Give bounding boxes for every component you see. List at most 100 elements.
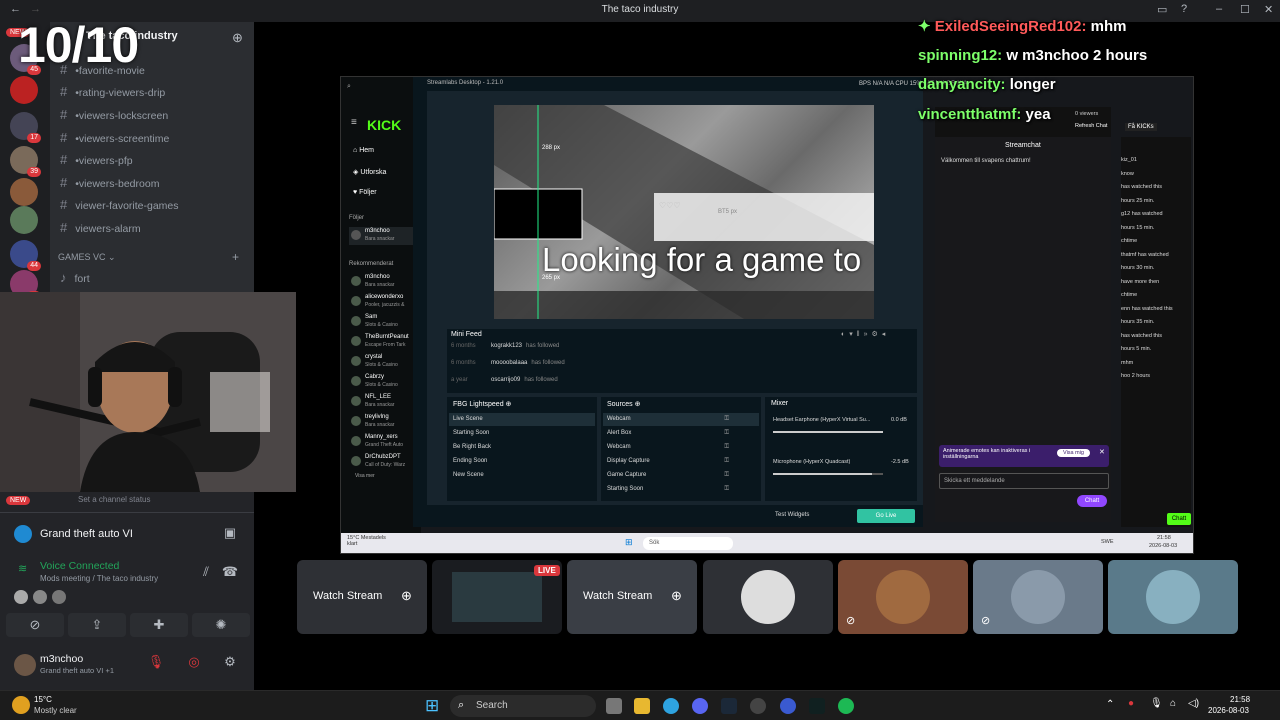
- server-icon[interactable]: 39: [10, 146, 41, 177]
- scenes-title[interactable]: FBG Lightspeed ⊕: [453, 400, 511, 408]
- volume-slider[interactable]: [773, 431, 883, 433]
- mic-icon[interactable]: 🎙: [1150, 698, 1163, 709]
- ea-icon[interactable]: [780, 698, 796, 714]
- task-view-icon[interactable]: [606, 698, 622, 714]
- server-icon[interactable]: [10, 76, 38, 104]
- feed-controls[interactable]: ◐▾‖»⚙◂: [841, 330, 889, 338]
- test-widgets-button[interactable]: Test Widgets: [775, 512, 809, 518]
- network-icon[interactable]: ⌂: [1170, 698, 1176, 709]
- visibility-icon[interactable]: ⚿: [724, 486, 729, 493]
- show-me-button[interactable]: Visa mig: [1057, 449, 1090, 457]
- source-item[interactable]: Game Capture ⚿: [603, 469, 759, 482]
- soundboard-button[interactable]: ✺: [192, 613, 250, 637]
- channel-item[interactable]: # •viewers-screentime: [60, 128, 169, 148]
- source-item[interactable]: Alert Box ⚿: [603, 427, 759, 440]
- nav-explore[interactable]: ◈ Utforska: [353, 168, 386, 176]
- tray-app-icon[interactable]: ●: [1128, 698, 1134, 709]
- recommended-item[interactable]: m3nchoo Bara snackar: [349, 273, 419, 291]
- steam-icon[interactable]: [721, 698, 737, 714]
- scene-item[interactable]: Be Right Back: [449, 441, 595, 454]
- show-more-link[interactable]: Visa mer: [355, 473, 375, 479]
- recommended-item[interactable]: NFL_LEE Bara snackar: [349, 393, 419, 411]
- voice-location[interactable]: Mods meeting / The taco industry: [40, 574, 158, 583]
- discord-icon[interactable]: [692, 698, 708, 714]
- close-icon[interactable]: ✕: [1264, 3, 1273, 16]
- participant-tile[interactable]: ⊘: [838, 560, 968, 634]
- edge-icon[interactable]: [663, 698, 679, 714]
- close-icon[interactable]: ✕: [1099, 448, 1105, 456]
- deafen-icon[interactable]: ◎: [184, 652, 204, 672]
- channel-item[interactable]: # •viewers-lockscreen: [60, 105, 168, 125]
- category-header[interactable]: GAMES VC ⌄: [58, 252, 116, 263]
- clock-date[interactable]: 2026-08-03: [1208, 706, 1249, 715]
- activities-button[interactable]: ✚: [130, 613, 188, 637]
- screen-share-icon[interactable]: ▣: [220, 523, 240, 543]
- nav-home[interactable]: ⌂ Hem: [353, 147, 374, 154]
- kick-logo[interactable]: KICK: [367, 117, 401, 133]
- channel-item[interactable]: # viewer-favorite-games: [60, 195, 179, 215]
- visibility-icon[interactable]: ⚿: [724, 430, 729, 437]
- visibility-icon[interactable]: ⚿: [724, 458, 729, 465]
- visibility-icon[interactable]: ⚿: [724, 416, 729, 423]
- inbox-icon[interactable]: ▭: [1157, 3, 1167, 16]
- file-explorer-icon[interactable]: [634, 698, 650, 714]
- recommended-item[interactable]: Manny_xers Grand Theft Auto: [349, 433, 419, 451]
- kick-chat-button[interactable]: Chatt: [1167, 513, 1191, 525]
- recommended-item[interactable]: Sam Slots & Casino: [349, 313, 419, 331]
- sources-title[interactable]: Sources ⊕: [607, 400, 641, 408]
- help-icon[interactable]: ?: [1181, 3, 1187, 15]
- nav-following[interactable]: ♥ Följer: [353, 189, 377, 196]
- scene-item[interactable]: Live Scene: [449, 413, 595, 426]
- server-icon[interactable]: [10, 206, 38, 234]
- scene-item[interactable]: Ending Soon: [449, 455, 595, 468]
- server-icon[interactable]: 44: [10, 240, 41, 271]
- recommended-item[interactable]: alicewonderxo Pooler, jacuzzis &: [349, 293, 419, 311]
- source-item[interactable]: Starting Soon ⚿: [603, 483, 759, 496]
- recommended-item[interactable]: crystal Slots & Casino: [349, 353, 419, 371]
- app-icon[interactable]: [750, 698, 766, 714]
- following-item[interactable]: m3nchoo Bara snackar: [349, 227, 419, 245]
- streamlabs-icon[interactable]: [809, 698, 825, 714]
- participant-tile[interactable]: [1108, 560, 1238, 634]
- mute-icon[interactable]: 🎙: [146, 652, 166, 672]
- visibility-icon[interactable]: ⚿: [724, 472, 729, 479]
- participant-tile[interactable]: [703, 560, 833, 634]
- source-item[interactable]: Webcam ⚿: [603, 413, 759, 426]
- channel-item[interactable]: # •rating-viewers-drip: [60, 82, 165, 102]
- tray-chevron-icon[interactable]: ⌃: [1106, 699, 1114, 710]
- server-icon[interactable]: [10, 178, 38, 206]
- maximize-icon[interactable]: ☐: [1240, 3, 1250, 16]
- channel-item[interactable]: # viewers-alarm: [60, 218, 141, 238]
- settings-icon[interactable]: ⚙: [220, 652, 240, 672]
- participant-tile[interactable]: ⊘: [973, 560, 1103, 634]
- go-live-button[interactable]: Go Live: [857, 509, 915, 523]
- recommended-item[interactable]: Cabrzy Slots & Casino: [349, 373, 419, 391]
- chat-send-button[interactable]: Chatt: [1077, 495, 1107, 507]
- obs-preview[interactable]: 288 px 265 px BT5 px ♡♡♡ Looking for a g…: [494, 105, 874, 319]
- source-item[interactable]: Webcam ⚿: [603, 441, 759, 454]
- server-icon[interactable]: 17: [10, 112, 41, 143]
- start-icon[interactable]: ⊞: [625, 537, 633, 548]
- recommended-item[interactable]: TheBurntPeanut Escape From Tark: [349, 333, 419, 351]
- source-item[interactable]: Display Capture ⚿: [603, 455, 759, 468]
- screen-share-button[interactable]: ⇪: [68, 613, 126, 637]
- scene-item[interactable]: New Scene: [449, 469, 595, 482]
- chat-input[interactable]: Skicka ett meddelande: [939, 473, 1109, 489]
- channel-item[interactable]: # •viewers-bedroom: [60, 173, 159, 193]
- menu-icon[interactable]: ≡: [351, 117, 357, 128]
- recommended-item[interactable]: DrChubzDPT Call of Duty: Warz: [349, 453, 419, 471]
- participant-tile[interactable]: LIVE: [432, 560, 562, 634]
- visibility-icon[interactable]: ⚿: [724, 444, 729, 451]
- popout-icon[interactable]: ⊕: [671, 588, 682, 604]
- get-kicks-button[interactable]: Få KICKs: [1125, 123, 1157, 131]
- search-box[interactable]: ⌕ Search: [450, 695, 596, 717]
- user-avatar[interactable]: [14, 654, 36, 676]
- participant-tile[interactable]: Watch Stream ⊕: [297, 560, 427, 634]
- spotify-icon[interactable]: [838, 698, 854, 714]
- refresh-chat-button[interactable]: Refresh Chat: [1075, 123, 1107, 129]
- popout-icon[interactable]: ⊕: [401, 588, 412, 604]
- noise-suppression-icon[interactable]: ⫽: [196, 562, 216, 582]
- start-icon[interactable]: ⊞: [425, 696, 439, 716]
- screen-search[interactable]: Sök: [643, 537, 733, 550]
- voice-channel[interactable]: ♪ fort: [60, 268, 90, 288]
